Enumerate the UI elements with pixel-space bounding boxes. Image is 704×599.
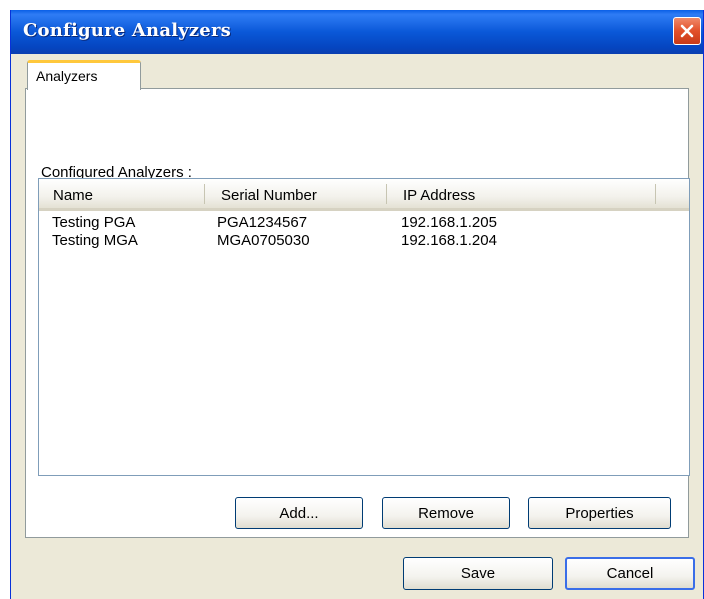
- analyzers-list[interactable]: Name Serial Number IP Address Testing PG…: [38, 178, 690, 476]
- close-button[interactable]: [673, 17, 701, 45]
- cell-ip-address: 192.168.1.204: [401, 232, 497, 249]
- column-header-serial-number[interactable]: Serial Number: [221, 187, 317, 204]
- tab-analyzers[interactable]: Analyzers: [27, 60, 141, 90]
- column-divider[interactable]: [655, 184, 656, 204]
- column-header-name[interactable]: Name: [53, 187, 93, 204]
- remove-button[interactable]: Remove: [382, 497, 510, 529]
- list-item[interactable]: Testing PGA PGA1234567 192.168.1.205: [39, 214, 689, 232]
- window-title: Configure Analyzers: [23, 20, 231, 41]
- cell-serial-number: PGA1234567: [217, 214, 308, 231]
- column-header-ip-address[interactable]: IP Address: [403, 187, 475, 204]
- cell-name: Testing PGA: [52, 214, 136, 231]
- cancel-button[interactable]: Cancel: [565, 557, 695, 590]
- add-button[interactable]: Add...: [235, 497, 363, 529]
- save-button[interactable]: Save: [403, 557, 553, 590]
- column-divider[interactable]: [204, 184, 205, 204]
- cell-serial-number: MGA0705030: [217, 232, 310, 249]
- column-divider[interactable]: [386, 184, 387, 204]
- list-item[interactable]: Testing MGA MGA0705030 192.168.1.204: [39, 232, 689, 250]
- list-header: Name Serial Number IP Address: [39, 179, 689, 211]
- cell-ip-address: 192.168.1.205: [401, 214, 497, 231]
- properties-button[interactable]: Properties: [528, 497, 671, 529]
- cell-name: Testing MGA: [52, 232, 138, 249]
- title-bar[interactable]: Configure Analyzers: [11, 10, 703, 54]
- close-icon: [680, 24, 694, 38]
